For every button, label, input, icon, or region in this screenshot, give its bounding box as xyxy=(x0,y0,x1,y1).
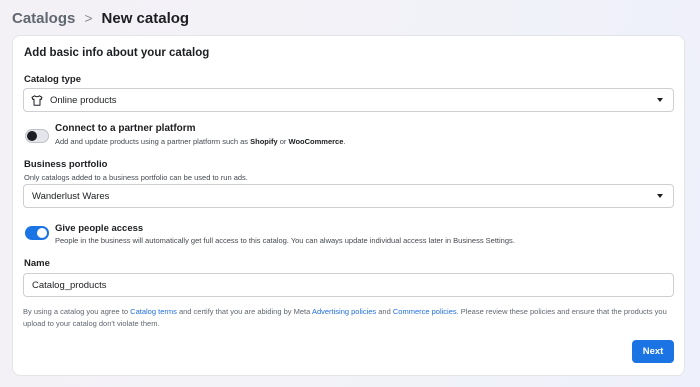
shopify-text: Shopify xyxy=(250,137,278,146)
caret-down-icon xyxy=(657,194,663,198)
terms-text: By using a catalog you agree to Catalog … xyxy=(23,307,667,328)
name-label: Name xyxy=(24,258,50,269)
toggle-knob xyxy=(37,228,47,238)
business-portfolio-label: Business portfolio xyxy=(24,159,108,170)
give-access-title: Give people access xyxy=(55,223,144,234)
give-access-toggle[interactable] xyxy=(25,226,49,240)
next-button[interactable]: Next xyxy=(632,340,674,363)
card-title: Add basic info about your catalog xyxy=(24,47,210,59)
business-portfolio-select[interactable]: Wanderlust Wares xyxy=(23,184,674,208)
catalog-form-card: Add basic info about your catalog Catalo… xyxy=(12,35,685,376)
catalog-type-label: Catalog type xyxy=(24,74,82,85)
toggle-knob xyxy=(27,131,37,141)
catalog-terms-link[interactable]: Catalog terms xyxy=(130,307,177,316)
give-access-description: People in the business will automaticall… xyxy=(55,236,515,245)
page-title: New catalog xyxy=(101,9,190,27)
advertising-policies-link[interactable]: Advertising policies xyxy=(312,307,376,316)
breadcrumb: Catalogs > New catalog xyxy=(12,8,189,28)
partner-platform-description: Add and update products using a partner … xyxy=(55,137,346,146)
caret-down-icon xyxy=(657,98,663,102)
partner-platform-toggle[interactable] xyxy=(25,129,49,143)
commerce-policies-link[interactable]: Commerce policies xyxy=(393,307,457,316)
catalog-type-select[interactable]: Online products xyxy=(23,88,674,112)
catalog-name-input[interactable]: Catalog_products xyxy=(23,273,674,297)
business-portfolio-value: Wanderlust Wares xyxy=(32,190,110,202)
business-portfolio-hint: Only catalogs added to a business portfo… xyxy=(24,173,248,182)
chevron-right-icon: > xyxy=(84,10,93,26)
catalog-name-value: Catalog_products xyxy=(32,279,107,291)
breadcrumb-catalogs[interactable]: Catalogs xyxy=(12,10,75,27)
tshirt-icon xyxy=(31,94,43,106)
partner-platform-title: Connect to a partner platform xyxy=(55,123,196,134)
woocommerce-text: WooCommerce xyxy=(288,137,344,146)
catalog-type-value: Online products xyxy=(50,94,117,106)
